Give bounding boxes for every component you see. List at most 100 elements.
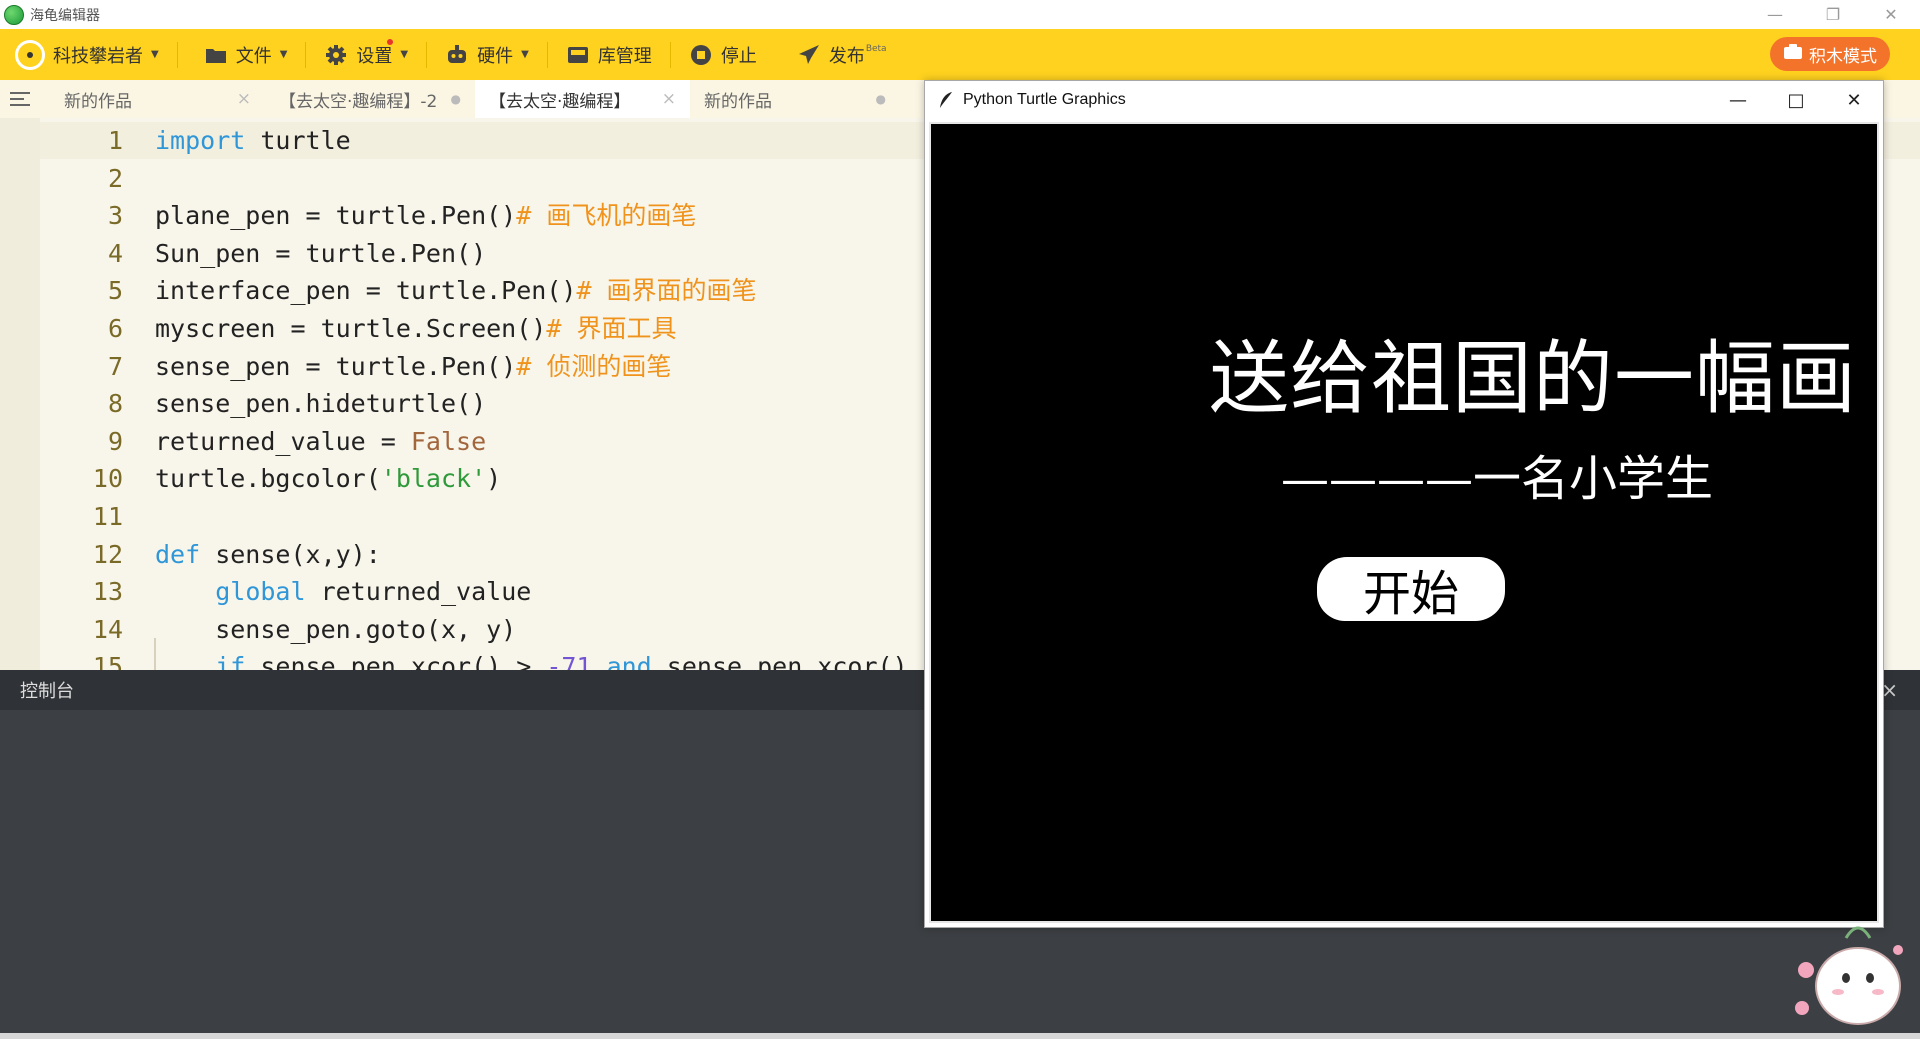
chevron-down-icon: ▼ — [400, 49, 409, 60]
code-token: -71 — [546, 652, 592, 670]
code-line[interactable]: 10 turtle.bgcolor('black') — [40, 460, 908, 498]
unsaved-dot-icon[interactable]: ● — [876, 92, 886, 106]
turtle-window-title-bar[interactable]: Python Turtle Graphics — □ ✕ — [925, 81, 1883, 119]
gear-icon — [324, 43, 348, 67]
line-number: 9 — [107, 426, 123, 456]
code-token: turtle — [245, 126, 351, 155]
notification-dot — [387, 39, 394, 45]
code-text: def sense(x,y): — [155, 536, 381, 574]
close-icon[interactable]: × — [662, 89, 676, 109]
code-line[interactable]: 14 sense_pen.goto(x, y) — [40, 611, 908, 649]
code-token: sense_pen.hideturtle() — [155, 389, 487, 419]
turtle-canvas[interactable]: 送给祖国的一幅画 ————一名小学生 开始 — [929, 122, 1879, 923]
unsaved-dot-icon[interactable]: ● — [451, 92, 461, 106]
settings-menu[interactable]: 设置 ▼ — [324, 29, 408, 80]
file-menu-label: 文件 — [235, 45, 272, 67]
blocks-mode-button[interactable]: 积木模式 — [1770, 37, 1890, 71]
code-line[interactable]: 15 if sense_pen.xcor() > -71 and sense_p… — [40, 648, 908, 670]
code-token: turtle.bgcolor( — [155, 464, 381, 494]
user-avatar[interactable] — [15, 39, 45, 70]
start-button[interactable]: 开始 — [1317, 557, 1505, 622]
close-icon[interactable]: × — [237, 89, 251, 109]
maximize-icon[interactable]: □ — [1767, 81, 1825, 119]
menu-toggle-icon[interactable] — [0, 80, 40, 118]
canvas-title: 送给祖国的一幅画 — [1209, 332, 1857, 425]
code-line[interactable]: 12 def sense(x,y): — [40, 536, 908, 574]
code-text: Sun_pen = turtle.Pen() — [155, 235, 486, 273]
code-token: 'black' — [380, 464, 487, 494]
tab-new-work-1[interactable]: 新的作品 × — [40, 80, 265, 118]
tab-space-coding-2[interactable]: 【去太空·趣编程】-2 ● — [265, 80, 475, 118]
minimize-icon[interactable]: — — [1746, 0, 1804, 29]
code-line[interactable]: 9 returned_value = False — [40, 423, 908, 461]
chevron-down-icon: ▼ — [521, 49, 529, 60]
code-text: sense_pen = turtle.Pen()# 侦测的画笔 — [155, 348, 671, 386]
line-number: 2 — [107, 163, 123, 193]
code-line[interactable]: 7 sense_pen = turtle.Pen()# 侦测的画笔 — [40, 348, 908, 386]
code-line[interactable]: 13 global returned_value — [40, 573, 908, 611]
main-toolbar: 科技攀岩者 ▼ 文件 ▼ 设置 ▼ 硬件 ▼ 库管理 停止 发布 Beta 积木… — [0, 29, 1920, 80]
toolbar-divider — [305, 41, 307, 68]
code-text: turtle.bgcolor('black') — [155, 460, 501, 498]
code-token: sense_pen.goto(x, y) — [155, 614, 517, 644]
code-token: sense_pen = turtle.Pen() — [155, 351, 517, 381]
close-icon[interactable]: ✕ — [1862, 0, 1920, 29]
library-button[interactable]: 库管理 — [566, 29, 652, 80]
restore-icon[interactable]: ❐ — [1804, 0, 1862, 29]
app-title-bar: 海龟编辑器 — ❐ ✕ — [0, 0, 1920, 29]
tab-new-work-2[interactable]: 新的作品 ● — [690, 80, 900, 118]
feather-icon — [940, 92, 952, 108]
tab-space-coding[interactable]: 【去太空·趣编程】 × — [475, 80, 690, 118]
code-token: def — [155, 539, 201, 569]
code-lines[interactable]: 1 import turtle 2 3 plane_pen = turtle.Pen()… — [40, 122, 908, 670]
code-token: False — [410, 426, 487, 456]
code-token: if — [215, 652, 246, 670]
robot-icon — [445, 43, 469, 67]
code-line[interactable]: 1 import turtle — [40, 122, 908, 160]
line-number: 13 — [92, 577, 123, 607]
toolbar-divider — [669, 41, 671, 68]
code-line[interactable]: 6 myscreen = turtle.Screen()# 界面工具 — [40, 310, 908, 348]
blocks-mode-label: 积木模式 — [1809, 46, 1877, 67]
code-line[interactable]: 11 — [40, 498, 908, 536]
code-line[interactable]: 2 — [40, 160, 908, 198]
user-menu[interactable]: 科技攀岩者 ▼ — [53, 29, 159, 80]
toolbar-divider — [426, 41, 428, 68]
hardware-menu-label: 硬件 — [477, 45, 514, 67]
code-token: import — [155, 126, 246, 155]
line-number: 12 — [92, 539, 123, 569]
code-line[interactable]: 4 Sun_pen = turtle.Pen() — [40, 235, 908, 273]
code-token: sense(x,y): — [200, 539, 381, 569]
line-number: 4 — [107, 238, 123, 268]
code-token: returned_value = — [155, 426, 411, 456]
code-line[interactable]: 8 sense_pen.hideturtle() — [40, 385, 908, 423]
tab-label: 新的作品 — [64, 91, 132, 112]
code-token: # 画飞机的画笔 — [516, 201, 697, 231]
beta-badge: Beta — [865, 43, 887, 54]
paper-plane-icon — [797, 43, 821, 67]
minimize-icon[interactable]: — — [1709, 81, 1767, 119]
code-token: global — [215, 577, 306, 607]
code-line[interactable]: 3 plane_pen = turtle.Pen()# 画飞机的画笔 — [40, 197, 908, 235]
turtle-graphics-window: Python Turtle Graphics — □ ✕ 送给祖国的一幅画 ——… — [924, 80, 1884, 928]
code-text: returned_value = False — [155, 423, 486, 461]
stop-button[interactable]: 停止 — [689, 29, 757, 80]
publish-label: 发布 — [828, 45, 865, 67]
app-title: 海龟编辑器 — [30, 7, 100, 24]
line-number: 1 — [107, 126, 123, 155]
stop-icon — [689, 43, 713, 67]
close-icon[interactable]: ✕ — [1825, 81, 1883, 119]
user-name: 科技攀岩者 — [53, 45, 143, 67]
publish-button[interactable]: 发布 Beta — [797, 29, 887, 80]
hardware-menu[interactable]: 硬件 ▼ — [445, 29, 529, 80]
code-line[interactable]: 5 interface_pen = turtle.Pen()# 画界面的画笔 — [40, 272, 908, 310]
line-number: 6 — [107, 313, 123, 343]
code-text: interface_pen = turtle.Pen()# 画界面的画笔 — [155, 272, 757, 310]
file-menu[interactable]: 文件 ▼ — [204, 29, 288, 80]
code-token: interface_pen = turtle.Pen() — [155, 276, 577, 306]
code-text: global returned_value — [155, 573, 531, 611]
canvas-subtitle: ————一名小学生 — [1281, 451, 1714, 507]
chevron-down-icon: ▼ — [279, 49, 288, 60]
